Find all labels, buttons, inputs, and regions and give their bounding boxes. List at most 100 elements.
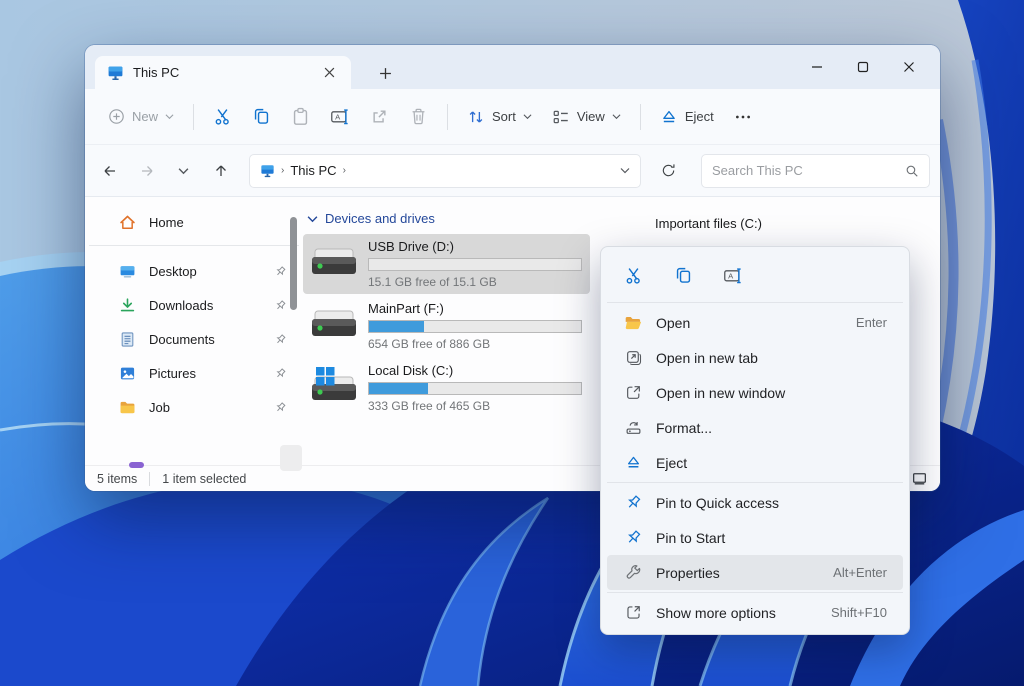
see-more-button[interactable] xyxy=(725,100,761,134)
copy-icon xyxy=(674,266,693,285)
up-button[interactable] xyxy=(204,155,237,187)
menu-item-pin-to-quick-access[interactable]: Pin to Quick access xyxy=(607,485,903,520)
forward-button[interactable] xyxy=(130,155,163,187)
eject-icon xyxy=(624,454,642,471)
drive-tile-mainpart-f[interactable]: MainPart (F:) 654 GB free of 886 GB xyxy=(303,296,590,356)
context-menu-quick-actions: A xyxy=(605,251,905,300)
menu-item-open[interactable]: Open Enter xyxy=(607,305,903,340)
recent-locations-button[interactable] xyxy=(167,155,200,187)
svg-text:A: A xyxy=(335,113,341,122)
new-tab-button[interactable] xyxy=(373,61,397,85)
address-dropdown-icon[interactable] xyxy=(620,167,630,174)
tab-close-icon[interactable] xyxy=(317,61,341,85)
sidebar-item-home[interactable]: Home xyxy=(91,205,297,239)
view-button[interactable]: View xyxy=(543,100,630,134)
drive-caption: 654 GB free of 886 GB xyxy=(368,337,582,351)
share-button[interactable] xyxy=(361,99,398,134)
toolbar-divider xyxy=(640,104,641,130)
show-more-options-icon xyxy=(624,604,642,621)
open-new-window-icon xyxy=(624,384,642,401)
eject-button[interactable]: Eject xyxy=(651,100,723,134)
sidebar-item-pictures[interactable]: Pictures xyxy=(91,356,297,390)
clipped-element xyxy=(280,445,302,471)
format-drive-icon xyxy=(624,419,642,436)
minimize-button[interactable] xyxy=(794,50,840,84)
chevron-down-icon xyxy=(307,215,318,223)
group-header-devices[interactable]: Devices and drives xyxy=(303,211,940,226)
sidebar-item-label: Downloads xyxy=(149,298,261,313)
menu-divider xyxy=(607,302,903,303)
menu-item-open-in-new-tab[interactable]: Open in new tab xyxy=(607,340,903,375)
window-controls xyxy=(794,45,932,89)
copy-button[interactable] xyxy=(665,259,701,291)
drive-tile-local-c[interactable]: Local Disk (C:) 333 GB free of 465 GB xyxy=(303,358,590,418)
sidebar-item-documents[interactable]: Documents xyxy=(91,322,297,356)
menu-item-label: Format... xyxy=(656,420,873,436)
delete-button[interactable] xyxy=(400,99,437,134)
new-button[interactable]: New xyxy=(99,100,183,133)
status-divider xyxy=(149,472,150,486)
drive-name: USB Drive (D:) xyxy=(368,239,582,254)
folder-icon xyxy=(119,399,136,416)
toolbar-divider xyxy=(447,104,448,130)
hard-drive-icon xyxy=(308,304,360,348)
menu-item-label: Open xyxy=(656,315,842,331)
chevron-down-icon xyxy=(523,113,532,120)
desktop: This PC xyxy=(0,0,1024,686)
drive-usage-bar xyxy=(368,382,582,395)
paste-button[interactable] xyxy=(282,99,319,134)
sidebar-item-label: Documents xyxy=(149,332,261,347)
maximize-button[interactable] xyxy=(840,50,886,84)
rename-icon: A xyxy=(723,266,743,285)
this-pc-monitor-icon xyxy=(107,64,124,81)
sidebar-item-desktop[interactable]: Desktop xyxy=(91,254,297,288)
breadcrumb-this-pc[interactable]: This PC xyxy=(290,163,336,178)
cut-button[interactable] xyxy=(204,99,241,134)
sidebar-scrollbar[interactable] xyxy=(290,217,297,310)
downloads-icon xyxy=(119,297,136,314)
pin-icon xyxy=(274,265,287,278)
sidebar-item-label: Desktop xyxy=(149,264,261,279)
sidebar-item-downloads[interactable]: Downloads xyxy=(91,288,297,322)
sort-button-label: Sort xyxy=(492,109,516,124)
system-drive-icon xyxy=(308,366,360,410)
svg-text:A: A xyxy=(728,271,734,280)
search-input[interactable] xyxy=(712,163,905,178)
copy-icon xyxy=(252,107,271,126)
refresh-button[interactable] xyxy=(651,155,685,187)
rename-button[interactable]: A xyxy=(321,99,359,134)
paste-icon xyxy=(291,107,310,126)
rename-button[interactable]: A xyxy=(715,259,751,291)
menu-item-show-more-options[interactable]: Show more options Shift+F10 xyxy=(607,595,903,630)
menu-item-properties[interactable]: Properties Alt+Enter xyxy=(607,555,903,590)
back-button[interactable] xyxy=(93,155,126,187)
menu-item-shortcut: Enter xyxy=(856,315,887,330)
breadcrumb[interactable]: › This PC › xyxy=(249,154,641,188)
cut-scissors-icon xyxy=(213,107,232,126)
drive-tile-usb-d[interactable]: USB Drive (D:) 15.1 GB free of 15.1 GB xyxy=(303,234,590,294)
this-pc-monitor-icon xyxy=(260,163,275,178)
details-pane-toggle[interactable] xyxy=(911,470,928,487)
group-header-label: Devices and drives xyxy=(325,211,435,226)
cut-button[interactable] xyxy=(615,259,651,291)
copy-button[interactable] xyxy=(243,99,280,134)
sidebar-item-partial xyxy=(129,462,144,468)
chevron-down-icon xyxy=(165,113,174,120)
drive-caption: 333 GB free of 465 GB xyxy=(368,399,582,413)
menu-item-eject[interactable]: Eject xyxy=(607,445,903,480)
ellipsis-icon xyxy=(734,108,752,126)
drive-name-important-files[interactable]: Important files (C:) xyxy=(655,216,762,231)
search-box[interactable] xyxy=(701,154,930,188)
pin-icon xyxy=(274,401,287,414)
drive-name: MainPart (F:) xyxy=(368,301,582,316)
sort-button[interactable]: Sort xyxy=(458,100,541,134)
share-icon xyxy=(370,107,389,126)
pin-icon xyxy=(274,333,287,346)
close-button[interactable] xyxy=(886,50,932,84)
tab-this-pc[interactable]: This PC xyxy=(95,56,351,89)
titlebar: This PC xyxy=(85,45,940,89)
menu-item-pin-to-start[interactable]: Pin to Start xyxy=(607,520,903,555)
menu-item-open-in-new-window[interactable]: Open in new window xyxy=(607,375,903,410)
menu-item-format[interactable]: Format... xyxy=(607,410,903,445)
sidebar-item-job[interactable]: Job xyxy=(91,390,297,424)
